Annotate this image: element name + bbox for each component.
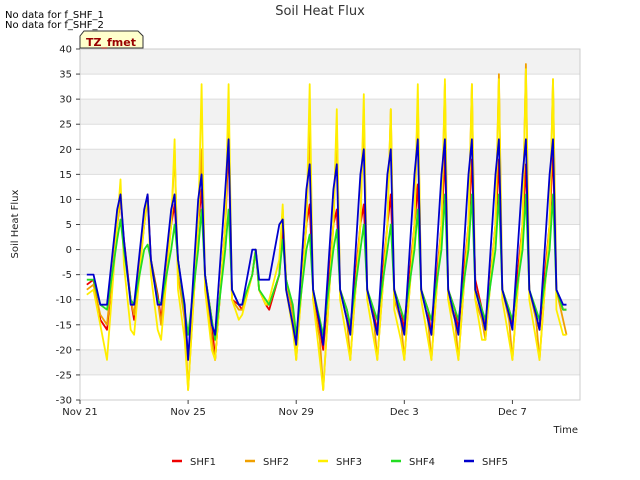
x-axis-label: Time	[553, 425, 578, 436]
legend: SHF1 SHF2 SHF3 SHF4 SHF5	[172, 457, 508, 468]
x-tick-label: Dec 7	[498, 407, 527, 418]
station-badge: TZ_fmet	[79, 30, 144, 49]
plot-background-bands	[80, 48, 580, 401]
grid-band	[80, 149, 580, 175]
y-axis-ticks: -30 -25 -20 -15 -10 -5 0 5 10 15 20 25 30 35 40	[56, 45, 80, 407]
no-data-message-2: No data for f_SHF_2	[5, 20, 104, 31]
y-axis-label: Soil Heat Flux	[10, 189, 21, 258]
chart-svg: -30 -25 -20 -15 -10 -5 0 5 10 15 20 25 30 35 40 Nov 21…	[5, 4, 581, 468]
grid-band	[80, 324, 580, 350]
y-tick-label: -15	[56, 320, 72, 331]
y-tick-label: -20	[56, 345, 72, 356]
legend-label-shf5: SHF5	[482, 457, 508, 468]
legend-label-shf4: SHF4	[409, 457, 435, 468]
y-tick-label: 20	[59, 145, 72, 156]
grid-band	[80, 49, 580, 75]
grid-band	[80, 74, 580, 100]
grid-band	[80, 199, 580, 225]
y-tick-label: 30	[59, 95, 72, 106]
y-tick-label: -10	[56, 295, 72, 306]
y-tick-label: 35	[59, 70, 72, 81]
grid-band	[80, 374, 580, 400]
y-tick-label: -5	[62, 270, 72, 281]
x-tick-label: Dec 3	[390, 407, 419, 418]
grid-band	[80, 174, 580, 200]
y-tick-label: -25	[56, 370, 72, 381]
y-tick-label: 0	[66, 245, 72, 256]
legend-label-shf2: SHF2	[263, 457, 289, 468]
x-tick-label: Nov 29	[279, 407, 314, 418]
x-axis-ticks: Nov 21 Nov 25 Nov 29 Dec 3 Dec 7	[62, 400, 527, 418]
grid-band	[80, 124, 580, 150]
legend-label-shf1: SHF1	[190, 457, 216, 468]
station-badge-label: TZ_fmet	[86, 36, 136, 49]
legend-label-shf3: SHF3	[336, 457, 362, 468]
y-tick-label: 15	[59, 170, 72, 181]
grid-band	[80, 99, 580, 125]
x-tick-label: Nov 25	[170, 407, 205, 418]
y-tick-label: 5	[66, 220, 72, 231]
y-tick-label: 10	[59, 195, 72, 206]
y-tick-label: 25	[59, 120, 72, 131]
x-tick-label: Nov 21	[62, 407, 97, 418]
y-tick-label: 40	[59, 45, 72, 56]
chart-title: Soil Heat Flux	[275, 4, 365, 19]
y-tick-label: -30	[56, 396, 72, 407]
grid-band	[80, 349, 580, 375]
